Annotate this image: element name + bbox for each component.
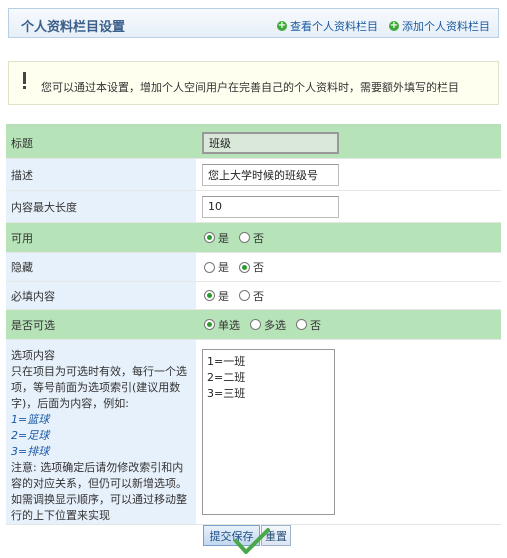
- radio-checked-icon: [239, 261, 250, 273]
- required-label: 必填内容: [6, 282, 196, 309]
- profile-field-form: 标题 描述 内容最大长度 可用 是 否 隐藏 是 否: [6, 124, 501, 525]
- row-selectable: 是否可选 单选 多选 否: [6, 310, 501, 340]
- radio-unchecked-icon: [239, 290, 250, 301]
- add-profile-field-label: 添加个人资料栏目: [402, 20, 490, 33]
- description-label: 描述: [6, 159, 196, 190]
- checkmark-icon: [234, 528, 270, 554]
- plus-icon: +: [389, 20, 399, 31]
- radio-checked-icon: [204, 232, 215, 243]
- selectable-single-radio[interactable]: 单选: [204, 317, 240, 333]
- radio-checked-icon: [204, 290, 215, 301]
- tip-text: 您可以通过本设置，增加个人空间用户在完善自己的个人资料时，需要额外填写的栏目: [41, 81, 459, 94]
- option-line: 1=一班: [207, 355, 246, 368]
- options-help: 选项内容 只在项目为可选时有效，每行一个选项，等号前面为选项索引(建议用数字)，…: [6, 340, 196, 524]
- selectable-multi-radio[interactable]: 多选: [250, 317, 286, 333]
- options-title: 选项内容: [11, 349, 55, 362]
- selectable-label: 是否可选: [6, 310, 196, 339]
- max-length-label: 内容最大长度: [6, 191, 196, 222]
- hidden-no-radio[interactable]: 否: [239, 259, 264, 275]
- max-length-input[interactable]: [202, 195, 339, 218]
- row-required: 必填内容 是 否: [6, 282, 501, 310]
- row-options: 选项内容 只在项目为可选时有效，每行一个选项，等号前面为选项索引(建议用数字)，…: [6, 340, 501, 525]
- required-no-label: 否: [253, 289, 264, 303]
- available-yes-label: 是: [218, 231, 229, 245]
- options-note: 注意: 选项确定后请勿修改索引和内容的对应关系，但仍可以新增选项。如需调换显示顺…: [11, 461, 187, 522]
- row-description: 描述: [6, 159, 501, 191]
- available-radio-group: 是 否: [204, 230, 274, 246]
- option-line: 3=三班: [207, 387, 246, 400]
- hidden-label: 隐藏: [6, 253, 196, 281]
- available-yes-radio[interactable]: 是: [204, 230, 229, 246]
- page-header: 个人资料栏目设置 + 查看个人资料栏目 + 添加个人资料栏目: [8, 8, 499, 38]
- row-title: 标题: [6, 127, 501, 159]
- description-input[interactable]: [202, 163, 339, 186]
- view-profile-fields-link[interactable]: + 查看个人资料栏目: [277, 18, 378, 34]
- options-textarea[interactable]: 1=一班 2=二班 3=三班: [202, 349, 335, 515]
- row-max-length: 内容最大长度: [6, 191, 501, 223]
- row-available: 可用 是 否: [6, 223, 501, 253]
- title-input[interactable]: [202, 131, 339, 154]
- selectable-single-label: 单选: [218, 318, 240, 332]
- available-no-radio[interactable]: 否: [239, 230, 264, 246]
- options-help-text: 只在项目为可选时有效，每行一个选项，等号前面为选项索引(建议用数字)，后面为内容…: [11, 365, 187, 410]
- selectable-no-radio[interactable]: 否: [296, 317, 321, 333]
- required-radio-group: 是 否: [204, 288, 274, 304]
- selectable-no-label: 否: [310, 318, 321, 332]
- option-line: 2=二班: [207, 371, 246, 384]
- options-example: 1=篮球: [11, 413, 50, 426]
- hidden-no-label: 否: [253, 261, 264, 274]
- hidden-radio-group: 是 否: [204, 259, 274, 275]
- options-example: 2=足球: [11, 429, 50, 442]
- add-profile-field-link[interactable]: + 添加个人资料栏目: [389, 18, 490, 34]
- plus-icon: +: [277, 20, 287, 31]
- radio-unchecked-icon: [250, 319, 261, 330]
- available-no-label: 否: [253, 231, 264, 245]
- radio-unchecked-icon: [296, 319, 307, 330]
- exclamation-icon: [23, 72, 26, 89]
- radio-checked-icon: [204, 319, 215, 330]
- title-label: 标题: [6, 127, 196, 158]
- hidden-yes-label: 是: [218, 261, 229, 274]
- required-yes-label: 是: [218, 289, 229, 303]
- row-hidden: 隐藏 是 否: [6, 253, 501, 282]
- selectable-radio-group: 单选 多选 否: [204, 317, 331, 333]
- view-profile-fields-label: 查看个人资料栏目: [290, 20, 378, 33]
- options-example: 3=排球: [11, 445, 50, 458]
- available-label: 可用: [6, 223, 196, 252]
- required-no-radio[interactable]: 否: [239, 288, 264, 304]
- radio-unchecked-icon: [239, 232, 250, 243]
- required-yes-radio[interactable]: 是: [204, 288, 229, 304]
- page-title: 个人资料栏目设置: [21, 20, 126, 35]
- selectable-multi-label: 多选: [264, 318, 286, 332]
- tip-box: 您可以通过本设置，增加个人空间用户在完善自己的个人资料时，需要额外填写的栏目: [8, 61, 499, 105]
- hidden-yes-radio[interactable]: 是: [204, 259, 229, 275]
- radio-unchecked-icon: [204, 261, 215, 273]
